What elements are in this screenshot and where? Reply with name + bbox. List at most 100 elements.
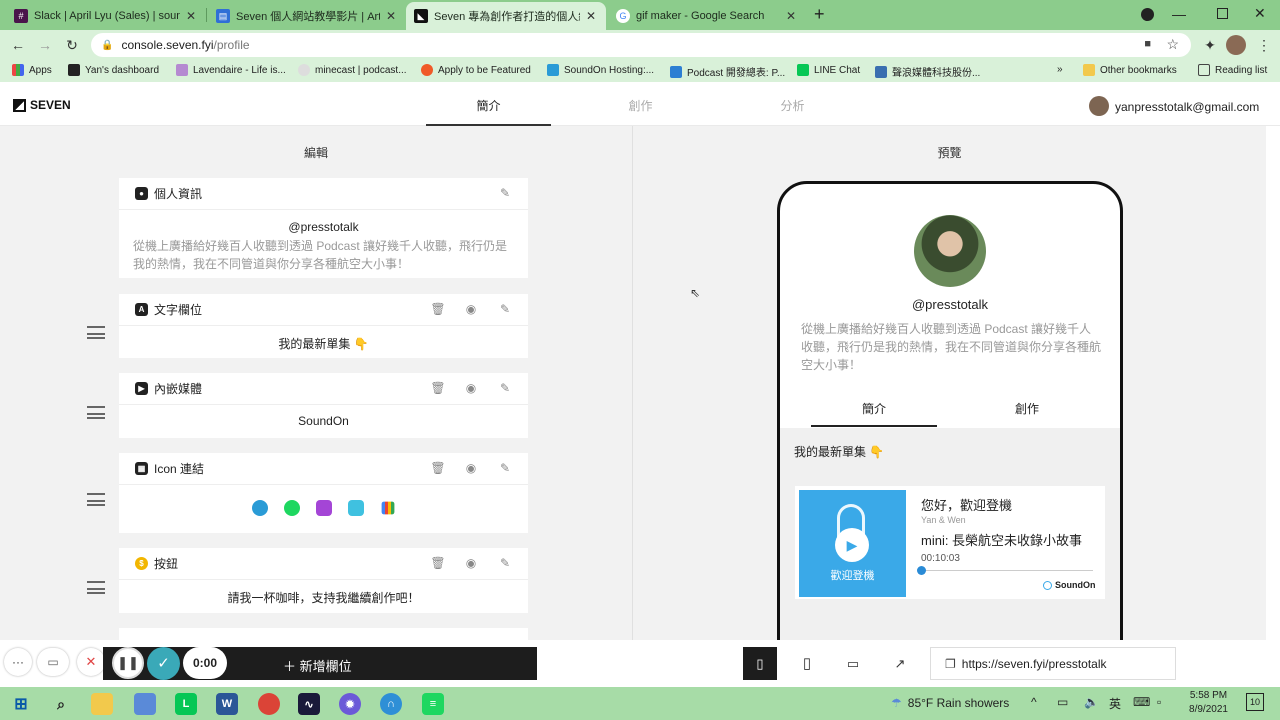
add-field-button[interactable]: ＋ 新增欄位 xyxy=(283,656,352,675)
address-bar[interactable]: 🔒 console.seven.fyi/profile ■ ☆ xyxy=(91,33,1191,57)
chrome-icon[interactable] xyxy=(258,693,280,715)
check-icon[interactable]: ✓ xyxy=(147,647,180,680)
windows-start-icon[interactable]: ⊞ xyxy=(10,693,32,715)
pause-icon[interactable]: ❚❚ xyxy=(112,647,144,679)
trash-icon[interactable]: 🗑 xyxy=(430,461,446,475)
drag-handle-icon[interactable] xyxy=(87,326,105,339)
drag-handle-icon[interactable] xyxy=(87,493,105,506)
bookmark-item[interactable]: Lavendaire - Life is... xyxy=(176,64,286,76)
more-icon[interactable]: ··· xyxy=(4,648,32,676)
extensions-icon[interactable]: ✦ xyxy=(1200,35,1220,55)
open-external-icon[interactable]: ↗ xyxy=(883,647,917,680)
tab-slack[interactable]: # Slack | April Lyu (Sales) | soundon ✕ xyxy=(6,2,206,30)
volume-icon[interactable]: 🔈 xyxy=(1084,695,1099,709)
tab-article[interactable]: ▤ Seven 個人網站教學影片 | Article ✕ xyxy=(208,2,406,30)
search-icon[interactable]: ⌕ xyxy=(50,693,72,715)
castbox-icon[interactable] xyxy=(347,500,364,516)
spotify-icon[interactable]: ≡ xyxy=(422,693,444,715)
bookmark-item[interactable]: LINE Chat xyxy=(797,64,860,76)
profile-card[interactable]: ● 個人資訊 ✎ @presstotalk 從機上廣播給好幾百人收聽到透過 Pod… xyxy=(119,178,528,278)
player-progress-track[interactable] xyxy=(921,570,1093,571)
eye-icon[interactable]: ◉ xyxy=(463,461,479,475)
new-tab-button[interactable]: + xyxy=(814,4,825,25)
player-progress-knob[interactable] xyxy=(917,566,926,575)
close-icon[interactable]: ✕ xyxy=(184,9,198,23)
edit-icon[interactable]: ✎ xyxy=(497,381,513,395)
ime-indicator[interactable]: 英 xyxy=(1109,695,1121,712)
drag-handle-icon[interactable] xyxy=(87,581,105,594)
next-card[interactable] xyxy=(119,628,528,640)
menu-icon[interactable]: ⋮ xyxy=(1254,35,1274,55)
apple-podcasts-icon[interactable] xyxy=(315,500,332,516)
weather-widget[interactable]: ☂ 85°F Rain showers xyxy=(891,696,1009,710)
network-icon[interactable]: ▭ xyxy=(1057,695,1068,709)
headphones-icon[interactable]: ∩ xyxy=(380,693,402,715)
close-icon[interactable]: ✕ xyxy=(584,9,598,23)
icon-link-card[interactable]: ▦ Icon 連結 🗑 ◉ ✎ xyxy=(119,453,528,533)
play-button-icon[interactable]: ▶ xyxy=(835,528,869,562)
embed-media-card[interactable]: ▶ 內嵌媒體 🗑 ◉ ✎ SoundOn xyxy=(119,373,528,438)
bookmark-item[interactable]: Yan's dashboard xyxy=(68,64,159,76)
window-close-icon[interactable]: ✕ xyxy=(1254,5,1266,22)
minimize-icon[interactable]: — xyxy=(1172,6,1186,22)
bookmarks-overflow[interactable]: » xyxy=(1057,64,1063,75)
soundon-brand[interactable]: SoundOn xyxy=(1043,580,1096,590)
seven-logo[interactable]: SEVEN xyxy=(13,98,71,112)
reload-icon[interactable]: ↻ xyxy=(62,35,82,55)
trash-icon[interactable]: 🗑 xyxy=(430,381,446,395)
spotify-icon[interactable] xyxy=(283,500,300,516)
soundon-icon[interactable] xyxy=(251,500,268,516)
preview-tab-create[interactable]: 創作 xyxy=(964,397,1090,427)
bookmark-star-icon[interactable]: ☆ xyxy=(1166,36,1179,53)
cancel-recording-icon[interactable]: ✕ xyxy=(77,648,105,676)
user-email[interactable]: yanpresstotalk@gmail.com xyxy=(1115,100,1259,114)
tab-analytics[interactable]: 分析 xyxy=(730,86,855,126)
camera-toggle-icon[interactable]: ▭ xyxy=(37,648,69,676)
profile-dropdown-icon[interactable] xyxy=(1141,8,1154,21)
button-card[interactable]: $ 按鈕 🗑 ◉ ✎ 請我一杯咖啡，支持我繼續創作吧！ xyxy=(119,548,528,613)
input-method-icon[interactable]: ⌨ xyxy=(1133,695,1150,709)
eye-icon[interactable]: ◉ xyxy=(463,302,479,316)
user-avatar[interactable] xyxy=(1089,96,1109,116)
maximize-icon[interactable] xyxy=(1217,8,1228,19)
trash-icon[interactable]: 🗑 xyxy=(430,302,446,316)
close-icon[interactable]: ✕ xyxy=(384,9,398,23)
trash-icon[interactable]: 🗑 xyxy=(430,556,446,570)
bookmark-apps[interactable]: Apps xyxy=(12,64,52,76)
avatar[interactable] xyxy=(1226,35,1246,55)
edit-icon[interactable]: ✎ xyxy=(497,556,513,570)
bookmark-item[interactable]: SoundOn Hosting:... xyxy=(547,64,654,76)
bookmark-item[interactable]: 聲浪媒體科技股份... xyxy=(875,64,980,79)
edit-icon[interactable]: ✎ xyxy=(497,302,513,316)
tab-seven[interactable]: ◣ Seven 專為創作者打造的個人網站 ✕ xyxy=(406,2,606,30)
line-app-icon[interactable]: L xyxy=(175,693,197,715)
settings-gear-icon[interactable]: ✹ xyxy=(339,693,361,715)
camera-icon[interactable]: ■ xyxy=(1144,38,1151,50)
clock[interactable]: 5:58 PM 8/9/2021 xyxy=(1186,689,1231,717)
bookmark-item[interactable]: minecast | podcast... xyxy=(298,64,407,76)
text-field-card[interactable]: A 文字欄位 🗑 ◉ ✎ 我的最新單集 👇 xyxy=(119,294,528,358)
clipboard-icon[interactable]: ▫ xyxy=(1157,695,1161,709)
tray-chevron-icon[interactable]: ^ xyxy=(1031,695,1037,709)
google-podcasts-icon[interactable] xyxy=(381,501,394,515)
edit-icon[interactable]: ✎ xyxy=(497,186,513,200)
bookmark-other[interactable]: Other bookmarks xyxy=(1083,64,1177,76)
bookmark-item[interactable]: Apply to be Featured xyxy=(421,64,531,76)
copy-icon[interactable]: ❐ xyxy=(945,657,956,671)
tablet-view-icon[interactable]: ▯ xyxy=(790,647,824,680)
bookmark-item[interactable]: Podcast 開發總表: P... xyxy=(670,64,785,79)
public-url-field[interactable]: ❐ https://seven.fyi/presstotalk xyxy=(930,647,1176,680)
stocks-icon[interactable]: ∿ xyxy=(298,693,320,715)
tab-create[interactable]: 創作 xyxy=(578,86,703,126)
desktop-view-icon[interactable]: ▭ xyxy=(836,647,870,680)
mobile-view-icon[interactable]: ▯ xyxy=(743,647,777,680)
eye-icon[interactable]: ◉ xyxy=(463,381,479,395)
drag-handle-icon[interactable] xyxy=(87,406,105,419)
close-icon[interactable]: ✕ xyxy=(784,9,798,23)
notepad-icon[interactable] xyxy=(134,693,156,715)
preview-tab-profile[interactable]: 簡介 xyxy=(811,397,937,427)
notification-center-icon[interactable]: 10 xyxy=(1246,693,1264,711)
edit-icon[interactable]: ✎ xyxy=(497,461,513,475)
file-explorer-icon[interactable] xyxy=(91,693,113,715)
bookmark-reading-list[interactable]: Reading list xyxy=(1198,64,1267,76)
